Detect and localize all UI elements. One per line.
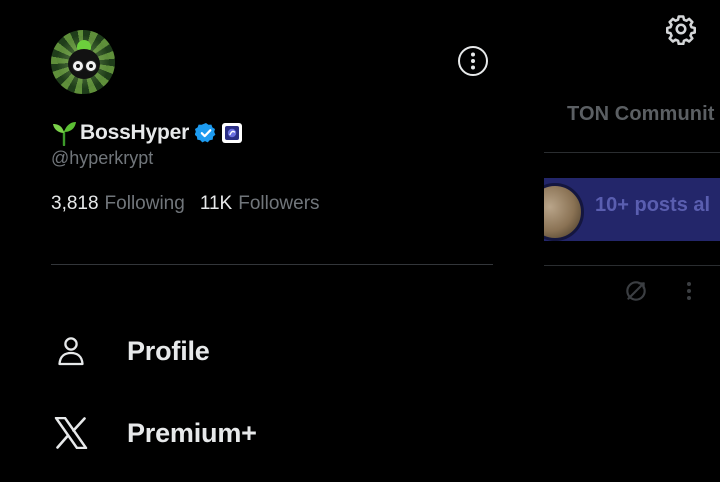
following-count: 3,818 bbox=[51, 193, 99, 214]
more-vertical-icon bbox=[685, 279, 693, 308]
retweet-button[interactable] bbox=[621, 278, 651, 308]
timeline-background bbox=[544, 0, 720, 482]
new-posts-pill[interactable]: 10+ posts al bbox=[544, 178, 720, 241]
following-link[interactable]: 3,818 Following bbox=[51, 193, 185, 215]
tab-ton-community[interactable]: TON Communit bbox=[567, 103, 715, 126]
following-label: Following bbox=[104, 193, 185, 214]
post-more-button[interactable] bbox=[674, 278, 704, 308]
new-posts-label: 10+ posts al bbox=[595, 194, 711, 216]
account-more-button[interactable] bbox=[457, 45, 489, 82]
settings-button[interactable] bbox=[664, 14, 698, 48]
menu-item-profile[interactable]: Profile bbox=[51, 323, 493, 379]
followers-link[interactable]: 11K Followers bbox=[200, 193, 320, 215]
profile-handle: @hyperkrypt bbox=[51, 148, 154, 168]
followers-label: Followers bbox=[238, 193, 320, 214]
retweet-icon bbox=[623, 278, 649, 309]
person-icon bbox=[51, 331, 91, 371]
follow-stats: 3,818 Following 11K Followers bbox=[51, 193, 335, 215]
verified-checkmark-icon bbox=[195, 122, 217, 144]
avatar-eye-left bbox=[72, 60, 84, 72]
avatar[interactable] bbox=[51, 30, 115, 94]
seedling-emoji-icon bbox=[51, 120, 77, 146]
menu-item-premium-plus[interactable]: Premium+ bbox=[51, 405, 493, 461]
profile-name-row[interactable]: BossHyper bbox=[51, 119, 243, 147]
tab-divider bbox=[544, 152, 720, 153]
menu-label-profile: Profile bbox=[127, 335, 210, 366]
more-options-circle-icon bbox=[457, 45, 489, 82]
pill-avatar bbox=[544, 183, 584, 241]
display-name: BossHyper bbox=[80, 121, 190, 144]
gear-icon bbox=[665, 13, 697, 50]
post-divider bbox=[544, 265, 720, 266]
menu-label-premium-plus: Premium+ bbox=[127, 417, 257, 448]
drawer-divider bbox=[51, 264, 493, 265]
followers-count: 11K bbox=[199, 193, 233, 214]
x-logo-icon bbox=[51, 413, 91, 453]
avatar-eye-right bbox=[85, 60, 97, 72]
affiliate-badge-icon[interactable] bbox=[222, 123, 243, 143]
